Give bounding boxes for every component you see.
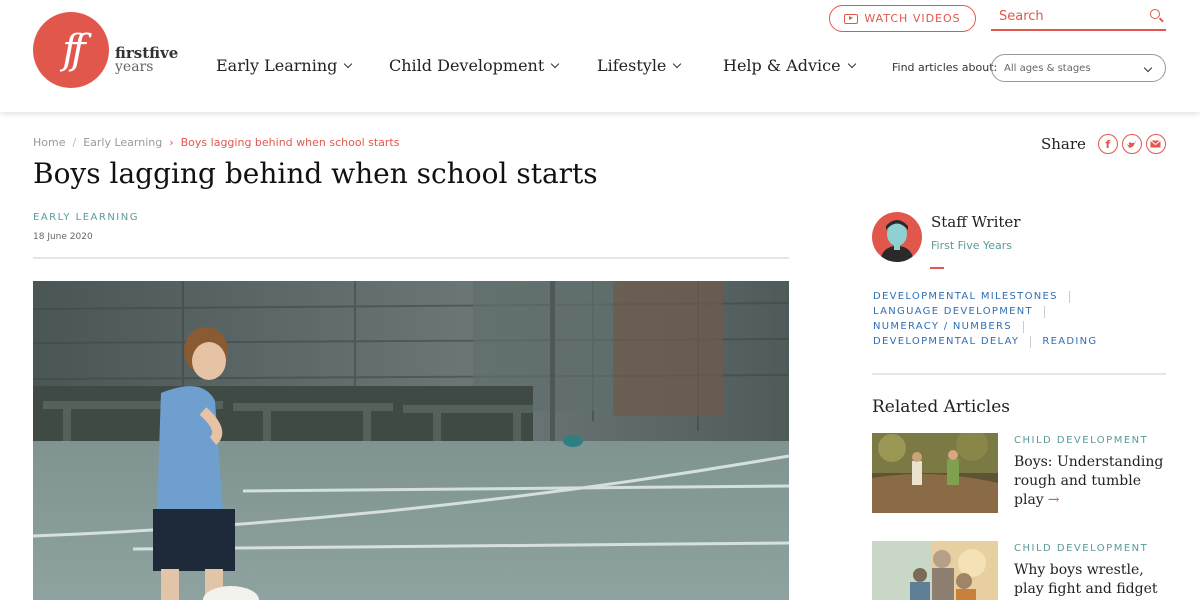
avatar-illustration [880, 220, 914, 262]
nav-item-label: Child Development [389, 56, 545, 75]
related-article-title[interactable]: Boys: Understanding rough and tumble pla… [1014, 453, 1172, 510]
logo-name-line1: firstfive [115, 44, 179, 62]
breadcrumb-separator: / [72, 136, 77, 149]
related-article-title-text: Why boys wrestle, play fight and fidget [1014, 562, 1158, 597]
article-date: 18 June 2020 [33, 232, 93, 242]
author-name[interactable]: Staff Writer [931, 213, 1020, 231]
nav-item-child-development[interactable]: Child Development [389, 56, 560, 75]
logo-wordmark[interactable]: firstfive years [115, 44, 179, 75]
tag-row: DEVELOPMENTAL DELAY READING [873, 334, 1173, 349]
breadcrumb-home[interactable]: Home [33, 136, 65, 149]
hero-image [33, 281, 789, 600]
thumbnail-illustration [872, 541, 998, 600]
related-article-thumbnail[interactable] [872, 433, 998, 513]
tag-separator [1022, 320, 1024, 333]
related-articles-heading: Related Articles [872, 397, 1011, 417]
tag-separator [1043, 305, 1045, 318]
tag-numeracy-numbers[interactable]: NUMERACY / NUMBERS [873, 321, 1012, 332]
author-org: First Five Years [931, 239, 1013, 252]
divider [872, 373, 1166, 375]
thumbnail-illustration [872, 433, 998, 513]
page-title: Boys lagging behind when school starts [33, 157, 598, 190]
nav-item-label: Lifestyle [597, 56, 667, 75]
search-box [991, 4, 1166, 31]
age-stage-select[interactable]: All ages & stages [991, 54, 1166, 82]
find-articles-label: Find articles about: [892, 61, 998, 74]
envelope-glyph [1150, 140, 1162, 148]
related-article-title-text: Boys: Understanding rough and tumble pla… [1014, 454, 1164, 508]
chevron-right-icon: › [169, 136, 174, 149]
twitter-icon[interactable] [1121, 134, 1142, 154]
watch-videos-label: WATCH VIDEOS [864, 12, 961, 25]
search-input[interactable] [991, 4, 1141, 28]
twitter-glyph [1126, 140, 1137, 148]
chevron-down-icon [344, 59, 353, 68]
related-article-category[interactable]: CHILD DEVELOPMENT [1014, 435, 1148, 446]
breadcrumb-current: Boys lagging behind when school starts [180, 136, 400, 149]
nav-item-help-advice[interactable]: Help & Advice [723, 56, 856, 75]
tag-row: LANGUAGE DEVELOPMENT [873, 304, 1173, 319]
arrow-right-icon: → [1047, 492, 1060, 508]
age-stage-select-value: All ages & stages [1004, 62, 1091, 74]
nav-item-lifestyle[interactable]: Lifestyle [597, 56, 682, 75]
related-article-card[interactable]: CHILD DEVELOPMENT Why boys wrestle, play… [872, 541, 1172, 600]
tag-reading[interactable]: READING [1042, 336, 1097, 347]
chevron-down-icon [551, 59, 560, 68]
email-icon[interactable] [1145, 134, 1166, 154]
avatar[interactable] [872, 212, 922, 262]
chevron-down-icon [673, 59, 682, 68]
tag-developmental-milestones[interactable]: DEVELOPMENTAL MILESTONES [873, 291, 1058, 302]
related-article-thumbnail[interactable] [872, 541, 998, 600]
video-icon [844, 13, 859, 24]
tag-list: DEVELOPMENTAL MILESTONES LANGUAGE DEVELO… [873, 289, 1173, 349]
article-category[interactable]: EARLY LEARNING [33, 212, 139, 223]
breadcrumb-section[interactable]: Early Learning [83, 136, 162, 149]
breadcrumb: Home / Early Learning › Boys lagging beh… [33, 136, 399, 149]
share-label: Share [1041, 135, 1086, 153]
related-article-card[interactable]: CHILD DEVELOPMENT Boys: Understanding ro… [872, 433, 1172, 515]
share-bar: Share f [1041, 134, 1166, 154]
related-article-category[interactable]: CHILD DEVELOPMENT [1014, 543, 1148, 554]
facebook-icon[interactable]: f [1097, 134, 1118, 154]
related-article-title[interactable]: Why boys wrestle, play fight and fidget [1014, 561, 1172, 599]
site-header: ff firstfive years Early Learning Child … [0, 0, 1200, 112]
nav-item-early-learning[interactable]: Early Learning [216, 56, 353, 75]
tag-separator [1030, 335, 1032, 348]
nav-item-label: Early Learning [216, 56, 338, 75]
tag-developmental-delay[interactable]: DEVELOPMENTAL DELAY [873, 336, 1019, 347]
search-icon[interactable] [1150, 9, 1160, 19]
logo-name-line2: years [115, 59, 154, 75]
tag-row: DEVELOPMENTAL MILESTONES [873, 289, 1173, 304]
tag-row: NUMERACY / NUMBERS [873, 319, 1173, 334]
nav-item-label: Help & Advice [723, 56, 841, 75]
logo-mark-text: ff [62, 27, 85, 73]
watch-videos-button[interactable]: WATCH VIDEOS [829, 5, 976, 32]
logo-mark[interactable]: ff [33, 12, 109, 88]
tag-language-development[interactable]: LANGUAGE DEVELOPMENT [873, 306, 1033, 317]
divider [33, 257, 789, 259]
chevron-down-icon [847, 59, 856, 68]
tag-separator [1068, 290, 1070, 303]
chevron-down-icon [1143, 63, 1153, 73]
hero-image-illustration [33, 281, 789, 600]
divider [930, 267, 944, 269]
